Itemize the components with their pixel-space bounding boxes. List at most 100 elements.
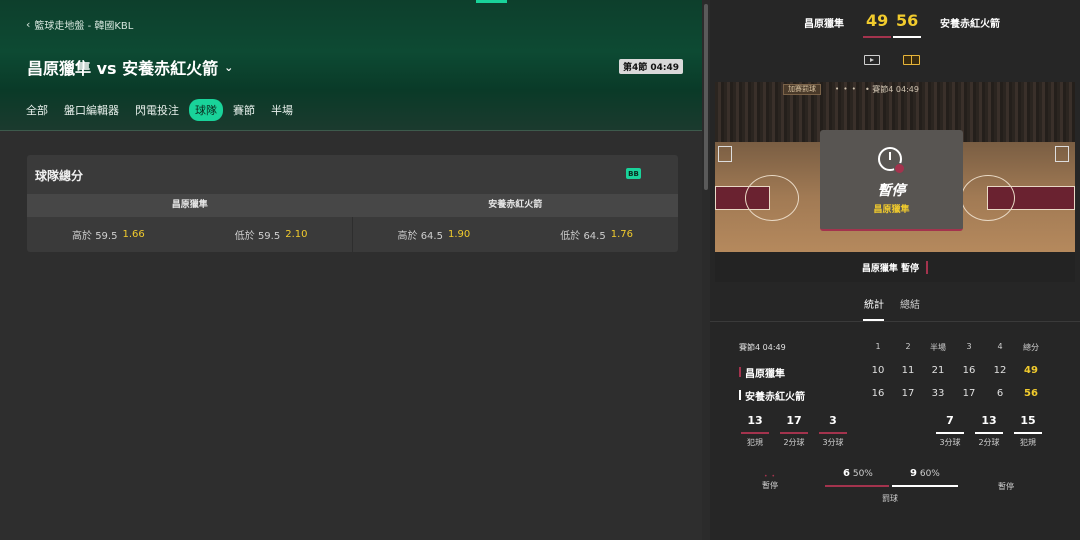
- col-header: 4: [997, 342, 1003, 351]
- market-team-b: 安養赤紅火箭: [488, 200, 543, 210]
- tab-stats[interactable]: 統計: [864, 296, 884, 311]
- team-b-free-throws: 9 60%: [910, 468, 940, 479]
- timeout-clock-icon: [878, 147, 905, 174]
- odds-button-over-b[interactable]: 高於 64.5 1.90: [353, 217, 516, 252]
- app-root: ‹ 籃球走地盤 - 韓國KBL 昌原獵隼 vs 安養赤紅火箭 ⌄ 第4節 04:…: [0, 0, 1080, 540]
- cell: 12: [993, 365, 1007, 376]
- col-header: 總分: [1023, 343, 1039, 352]
- tab-summary[interactable]: 總結: [900, 296, 920, 311]
- team-a-free-throws: 6 50%: [843, 468, 873, 479]
- market-team-header: 昌原獵隼 安養赤紅火箭: [27, 194, 678, 217]
- team-a-indicator: [739, 367, 741, 377]
- col-header: 3: [966, 342, 972, 351]
- stat-label: 2分球: [783, 438, 805, 447]
- match-title[interactable]: 昌原獵隼 vs 安養赤紅火箭 ⌄: [27, 55, 233, 79]
- cell-total: 49: [1024, 365, 1038, 376]
- stat-value: 7: [946, 414, 954, 427]
- market-header[interactable]: 球隊總分 BB: [27, 155, 678, 194]
- stat-underline: [975, 432, 1003, 434]
- breadcrumb-label[interactable]: 籃球走地盤 - 韓國KBL: [34, 17, 133, 32]
- chevron-left-icon[interactable]: ‹: [26, 18, 30, 31]
- tab-team[interactable]: 球隊: [189, 99, 223, 121]
- scrollbar[interactable]: [704, 4, 708, 190]
- odds-label: 高於 59.5: [72, 231, 118, 242]
- stat-underline: [936, 432, 964, 434]
- team-b-ft-bar: [892, 485, 958, 487]
- tab-quarter[interactable]: 賽節: [227, 99, 261, 121]
- arc-left: [745, 175, 799, 221]
- timeout-label: 暫停: [762, 481, 778, 490]
- team-b-timeouts: 暫停: [998, 482, 1014, 491]
- ft-made: 9: [910, 468, 917, 479]
- tab-half[interactable]: 半場: [265, 99, 299, 121]
- stat-label: 犯規: [747, 438, 763, 447]
- arc-right: [961, 175, 1015, 221]
- stat-underline: [1014, 432, 1042, 434]
- odds-label: 低於 59.5: [234, 231, 281, 242]
- col-header: 半場: [930, 343, 946, 352]
- row-team-name: 昌原獵隼: [745, 369, 785, 380]
- market-team-a: 昌原獵隼: [171, 200, 208, 210]
- team-b-fouls: 15 犯規: [1013, 414, 1043, 448]
- col-header: 2: [905, 342, 911, 351]
- stat-value: 13: [747, 414, 763, 427]
- team-a-2pt: 17 2分球: [779, 414, 809, 448]
- odds-button-under-b[interactable]: 低於 64.5 1.76: [515, 217, 678, 252]
- tab-all[interactable]: 全部: [26, 99, 54, 121]
- left-panel: ‹ 籃球走地盤 - 韓國KBL 昌原獵隼 vs 安養赤紅火箭 ⌄ 第4節 04:…: [0, 0, 702, 540]
- video-icon[interactable]: [864, 55, 880, 65]
- court-event-label: 加賽罰球: [783, 84, 821, 95]
- hoop-left-icon: [718, 146, 732, 162]
- team-b-color-bar: [893, 36, 921, 38]
- breadcrumb[interactable]: ‹ 籃球走地盤 - 韓國KBL: [26, 17, 133, 32]
- stat-underline: [819, 432, 847, 434]
- media-switcher: [710, 52, 1080, 68]
- odds-button-over-a[interactable]: 高於 59.5 1.66: [27, 217, 190, 252]
- odds-divider: [352, 217, 353, 252]
- box-score-header: 賽節4 04:49 1 2 半場 3 4 總分: [739, 339, 1049, 362]
- team-a-fouls: 13 犯規: [740, 414, 770, 448]
- match-tracker: 加賽罰球 • • • • 賽節4 04:49 暫停 昌原獵隼: [715, 82, 1075, 252]
- stat-underline: [780, 432, 808, 434]
- odds-label: 低於 64.5: [560, 231, 606, 242]
- tab-bet-builder[interactable]: 盤口編輯器: [58, 99, 125, 121]
- stat-label: 2分球: [978, 438, 1000, 447]
- odds-price: 1.66: [122, 229, 145, 240]
- pause-title: 暫停: [877, 183, 906, 199]
- chevron-down-icon[interactable]: ⌄: [224, 61, 233, 74]
- table-row: 安養赤紅火箭 16 17 33 17 6 56: [739, 385, 1049, 408]
- cell: 33: [931, 388, 945, 399]
- cell-total: 56: [1024, 388, 1038, 399]
- ft-pct: 60%: [919, 469, 940, 479]
- team-b-indicator: [739, 390, 741, 400]
- team-total-market: 球隊總分 BB 昌原獵隼 安養赤紅火箭 高於 59.5 1.66 低於 59.5…: [27, 155, 678, 252]
- col-header: 1: [875, 342, 881, 351]
- match-header: ‹ 籃球走地盤 - 韓國KBL 昌原獵隼 vs 安養赤紅火箭 ⌄ 第4節 04:…: [0, 0, 702, 131]
- court-view-icon[interactable]: [903, 55, 920, 65]
- stat-label: 3分球: [822, 438, 844, 447]
- market-tabs: 全部 盤口編輯器 閃電投注 球隊 賽節 半場: [26, 99, 303, 121]
- cell: 17: [901, 388, 915, 399]
- odds-button-under-a[interactable]: 低於 59.5 2.10: [190, 217, 353, 252]
- cell: 10: [871, 365, 885, 376]
- free-throw-label: 罰球: [882, 494, 898, 503]
- ft-made: 6: [843, 468, 850, 479]
- timeouts-free-throws: • • 暫停 6 50% 9 60% 罰球 暫停: [710, 466, 1080, 506]
- event-status-text: 昌原獵隼 暫停: [861, 263, 920, 274]
- cell: 11: [901, 365, 915, 376]
- cell: 16: [962, 365, 976, 376]
- box-score: 賽節4 04:49 1 2 半場 3 4 總分 昌原獵隼 10 11 2 1 16…: [739, 339, 1049, 408]
- cell: 6: [996, 388, 1004, 399]
- match-title-text[interactable]: 昌原獵隼 vs 安養赤紅火箭: [27, 55, 218, 79]
- period-label: 賽節4 04:49: [739, 342, 786, 353]
- stat-value: 13: [981, 414, 997, 427]
- stat-value: 17: [786, 414, 802, 427]
- court-time: • 賽節4 04:49: [865, 85, 919, 94]
- stat-label: 3分球: [939, 438, 961, 447]
- team-a-3pt: 3 3分球: [818, 414, 848, 448]
- event-status-bar: 昌原獵隼 暫停: [715, 252, 1075, 282]
- stat-value: 15: [1020, 414, 1036, 427]
- court-dots: • • •: [835, 85, 857, 93]
- bet-builder-icon: BB: [626, 168, 641, 179]
- tab-flash-bet[interactable]: 閃電投注: [129, 99, 185, 121]
